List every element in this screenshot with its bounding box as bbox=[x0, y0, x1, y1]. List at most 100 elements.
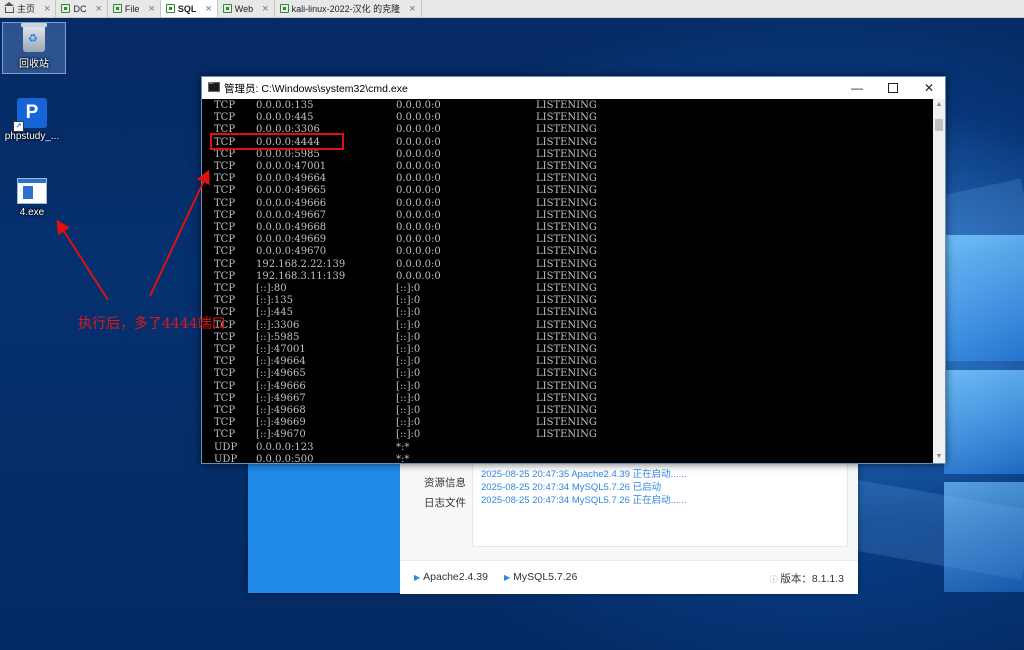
nav-log-files[interactable]: 日志文件 bbox=[424, 495, 466, 510]
protocol: TCP bbox=[214, 344, 236, 355]
close-icon[interactable]: × bbox=[262, 3, 268, 15]
scrollbar[interactable]: ▲ ▼ bbox=[933, 99, 945, 463]
foreign-address: 0.0.0.0:0 bbox=[396, 209, 441, 221]
window-title: 管理员: C:\Windows\system32\cmd.exe bbox=[224, 83, 408, 95]
close-icon[interactable]: × bbox=[95, 3, 101, 15]
state: LISTENING bbox=[536, 331, 597, 343]
local-address: [::]:49668 bbox=[256, 405, 306, 416]
state: LISTENING bbox=[536, 209, 597, 221]
vm-tab-bar: 主页 × DC × File × SQL × Web × kali-linux-… bbox=[0, 0, 1024, 18]
scroll-up-icon[interactable]: ▲ bbox=[933, 99, 945, 111]
nav-resource-info[interactable]: 资源信息 bbox=[424, 475, 466, 490]
maximize-button[interactable] bbox=[875, 77, 911, 99]
tab-label: File bbox=[124, 3, 140, 14]
local-address: 0.0.0.0:49666 bbox=[256, 197, 327, 209]
foreign-address: 0.0.0.0:0 bbox=[396, 173, 441, 185]
foreign-address: 0.0.0.0:0 bbox=[396, 136, 441, 148]
scrollbar-thumb[interactable] bbox=[935, 119, 943, 131]
desktop-icon-recycle-bin[interactable]: 回收站 bbox=[2, 22, 66, 74]
local-address: [::]:135 bbox=[256, 295, 293, 307]
state: LISTENING bbox=[536, 429, 597, 441]
play-icon: ▶ bbox=[504, 573, 511, 582]
foreign-address: [::]:0 bbox=[396, 368, 421, 380]
tab-home[interactable]: 主页 × bbox=[0, 0, 57, 17]
tab-kali[interactable]: kali-linux-2022-汉化 的克隆 × bbox=[275, 0, 422, 17]
protocol: TCP bbox=[214, 112, 236, 124]
state: LISTENING bbox=[536, 185, 597, 197]
protocol: TCP bbox=[214, 368, 236, 380]
state: LISTENING bbox=[536, 197, 597, 209]
foreign-address: *:* bbox=[396, 441, 410, 453]
foreign-address: 0.0.0.0:0 bbox=[396, 270, 441, 282]
local-address: 0.0.0.0:49665 bbox=[256, 185, 327, 197]
tab-web[interactable]: Web × bbox=[218, 0, 275, 17]
close-icon[interactable]: × bbox=[409, 3, 415, 15]
local-address: [::]:49666 bbox=[256, 380, 306, 392]
state: LISTENING bbox=[536, 222, 597, 233]
tab-label: 主页 bbox=[17, 4, 36, 14]
foreign-address: 0.0.0.0:0 bbox=[396, 124, 441, 136]
state: LISTENING bbox=[536, 112, 597, 124]
protocol: UDP bbox=[214, 441, 238, 453]
state: LISTENING bbox=[536, 173, 597, 185]
phpstudy-window: 资源信息 日志文件 2025-08-25 20:47:35 Apache2.4.… bbox=[248, 443, 858, 594]
close-icon[interactable]: × bbox=[148, 3, 154, 15]
state: LISTENING bbox=[536, 392, 597, 404]
foreign-address: 0.0.0.0:0 bbox=[396, 148, 441, 160]
cmd-titlebar[interactable]: 管理员: C:\Windows\system32\cmd.exe — ✕ bbox=[202, 77, 945, 99]
protocol: TCP bbox=[214, 331, 236, 343]
local-address: 192.168.2.22:139 bbox=[256, 258, 346, 270]
console-output[interactable]: TCP 0.0.0.0:135 0.0.0.0:0 LISTENING TCP 0.0.0… bbox=[202, 99, 933, 463]
foreign-address: 0.0.0.0:0 bbox=[396, 258, 441, 270]
service-mysql[interactable]: ▶ MySQL5.7.26 bbox=[504, 571, 577, 583]
close-icon[interactable]: × bbox=[205, 3, 211, 15]
tab-file[interactable]: File × bbox=[108, 0, 161, 17]
protocol: TCP bbox=[214, 185, 236, 197]
local-address: 0.0.0.0:49668 bbox=[256, 222, 327, 233]
desktop-icon-phpstudy[interactable]: P ↗ phpstudy_... bbox=[0, 98, 64, 142]
desktop-icon-4-exe[interactable]: 4.exe bbox=[0, 178, 64, 218]
protocol: TCP bbox=[214, 405, 236, 416]
service-apache[interactable]: ▶ Apache2.4.39 bbox=[414, 571, 488, 583]
wallpaper-pane bbox=[944, 482, 1024, 592]
protocol: TCP bbox=[214, 429, 236, 441]
state: LISTENING bbox=[536, 161, 597, 172]
close-icon[interactable]: × bbox=[44, 3, 50, 15]
tab-dc[interactable]: DC × bbox=[56, 0, 108, 17]
foreign-address: [::]:0 bbox=[396, 319, 421, 331]
foreign-address: [::]:0 bbox=[396, 283, 421, 294]
play-icon: ▶ bbox=[414, 573, 421, 582]
local-address: [::]:80 bbox=[256, 283, 287, 294]
state: LISTENING bbox=[536, 368, 597, 380]
local-address: [::]:49665 bbox=[256, 368, 306, 380]
tab-sql[interactable]: SQL × bbox=[160, 0, 218, 17]
state: LISTENING bbox=[536, 405, 597, 416]
local-address: [::]:3306 bbox=[256, 319, 300, 331]
wallpaper-pane bbox=[944, 370, 1024, 474]
icon-label: 回收站 bbox=[19, 59, 49, 70]
state: LISTENING bbox=[536, 124, 597, 136]
version-label: ⓘ 版本：8.1.1.3 bbox=[769, 573, 844, 585]
state: LISTENING bbox=[536, 356, 597, 368]
minimize-button[interactable]: — bbox=[839, 77, 875, 99]
phpstudy-icon: P ↗ bbox=[13, 98, 47, 132]
protocol: TCP bbox=[214, 209, 236, 221]
state: LISTENING bbox=[536, 136, 597, 148]
protocol: TCP bbox=[214, 246, 236, 258]
scroll-down-icon[interactable]: ▼ bbox=[933, 451, 945, 463]
local-address: 0.0.0.0:500 bbox=[256, 453, 314, 463]
foreign-address: 0.0.0.0:0 bbox=[396, 222, 441, 233]
local-address: [::]:47001 bbox=[256, 344, 306, 355]
vm-icon bbox=[165, 4, 175, 13]
local-address: 0.0.0.0:49664 bbox=[256, 173, 327, 185]
vm-icon bbox=[112, 4, 122, 13]
close-button[interactable]: ✕ bbox=[911, 77, 947, 99]
service-bar: ▶ Apache2.4.39 ▶ MySQL5.7.26 ⓘ 版本：8.1.1.3 bbox=[400, 560, 858, 594]
tab-label: kali-linux-2022-汉化 的克隆 bbox=[291, 4, 401, 14]
local-address: 0.0.0.0:5985 bbox=[256, 148, 320, 160]
local-address: [::]:445 bbox=[256, 307, 293, 319]
state: LISTENING bbox=[536, 344, 597, 355]
local-address: [::]:49667 bbox=[256, 392, 306, 404]
log-line: 2025-08-25 20:47:34 MySQL5.7.26 正在启动....… bbox=[481, 495, 687, 506]
state: LISTENING bbox=[536, 270, 597, 282]
